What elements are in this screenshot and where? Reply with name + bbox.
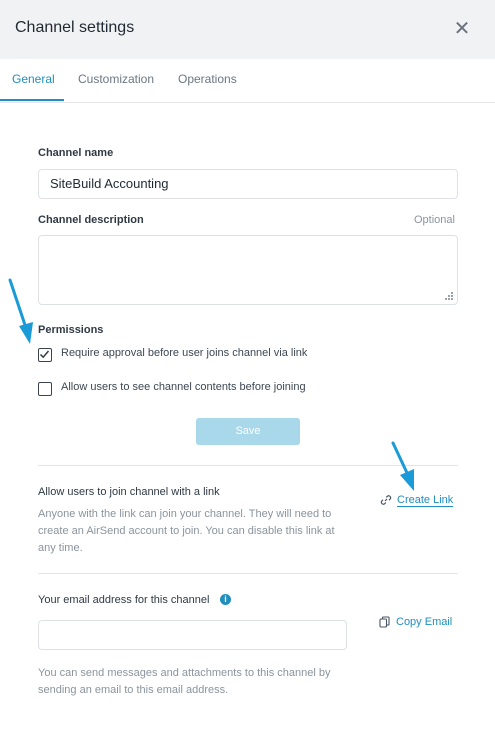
join-link-description-line: Anyone with the link can join your chann… — [38, 508, 332, 520]
email-title: Your email address for this channel — [38, 594, 210, 606]
annotation-arrow-icon — [391, 441, 414, 491]
annotation-arrow-icon — [8, 278, 33, 344]
create-link-label: Create Link — [397, 494, 454, 507]
email-help-text: You can send messages and attachments to… — [38, 665, 331, 699]
channel-description-textarea[interactable] — [38, 235, 458, 305]
allow-preview-checkbox[interactable] — [38, 382, 52, 396]
join-link-description-line: create an AirSend account to join. You c… — [38, 525, 335, 537]
copy-email-button[interactable]: Copy Email — [379, 616, 459, 630]
permissions-label: Permissions — [38, 324, 104, 336]
section-divider — [38, 573, 458, 574]
require-approval-label[interactable]: Require approval before user joins chann… — [61, 347, 307, 359]
active-tab-indicator — [0, 99, 64, 101]
join-link-title: Allow users to join channel with a link — [38, 486, 220, 498]
join-link-description: Anyone with the link can join your chann… — [38, 506, 335, 557]
copy-email-label: Copy Email — [396, 616, 453, 628]
info-icon[interactable]: i — [220, 594, 231, 605]
resize-grip-icon[interactable] — [444, 291, 454, 301]
dialog-header: Channel settings ✕ — [0, 0, 495, 59]
email-help-line: You can send messages and attachments to… — [38, 667, 331, 679]
channel-email-input[interactable] — [38, 620, 347, 650]
channel-name-label: Channel name — [38, 147, 114, 159]
require-approval-checkbox[interactable] — [38, 348, 52, 362]
tab-customization[interactable]: Customization — [78, 72, 154, 86]
optional-label: Optional — [414, 214, 455, 226]
close-icon[interactable]: ✕ — [452, 19, 472, 39]
tab-general[interactable]: General — [12, 72, 55, 86]
create-link-button[interactable]: Create Link — [380, 494, 460, 508]
channel-description-label: Channel description — [38, 214, 144, 226]
link-icon — [380, 495, 392, 505]
allow-preview-label[interactable]: Allow users to see channel contents befo… — [61, 381, 306, 393]
dialog-title: Channel settings — [15, 19, 135, 36]
save-button[interactable]: Save — [196, 418, 300, 445]
email-help-line: sending an email to this email address. — [38, 684, 229, 696]
checkmark-icon — [39, 350, 50, 359]
tab-bar: General Customization Operations — [0, 59, 495, 103]
tab-operations[interactable]: Operations — [178, 72, 237, 86]
channel-name-input[interactable]: SiteBuild Accounting — [38, 169, 458, 199]
join-link-description-line: any time. — [38, 542, 83, 554]
copy-icon — [379, 616, 390, 628]
